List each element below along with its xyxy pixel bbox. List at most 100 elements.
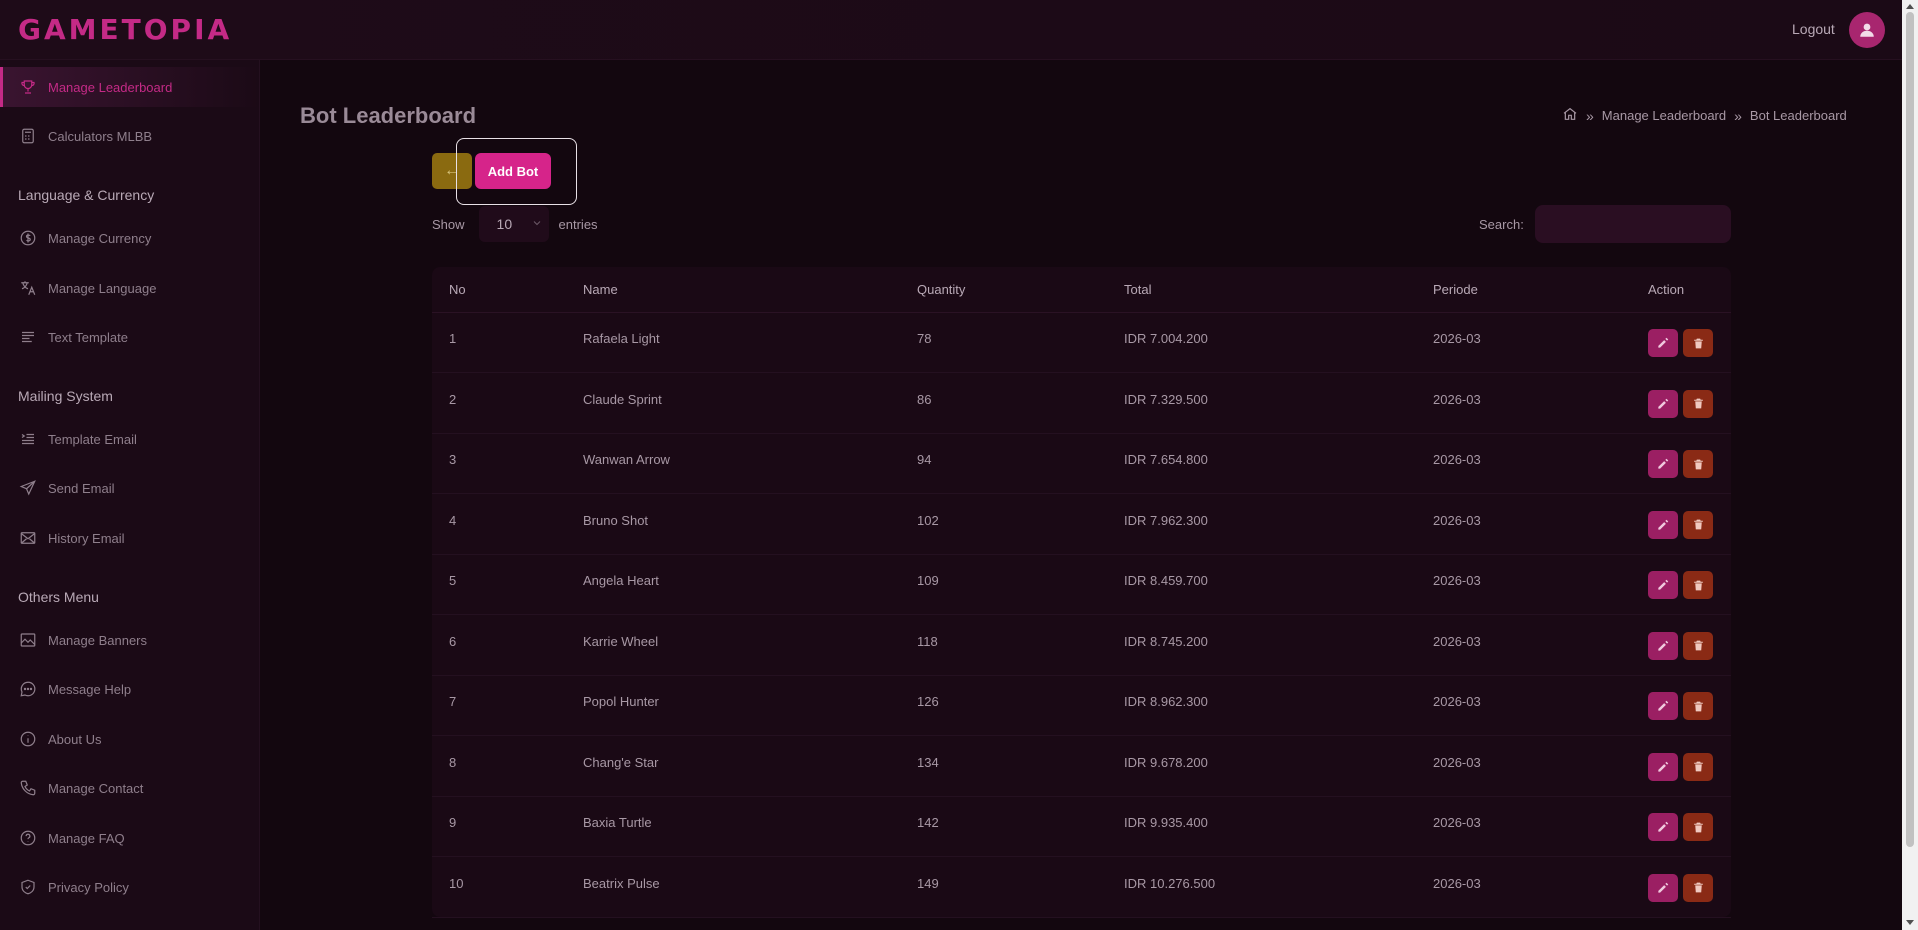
text-lines-icon xyxy=(18,327,38,347)
sidebar-item-privacy-policy[interactable]: Privacy Policy xyxy=(0,867,259,907)
search-input[interactable] xyxy=(1535,205,1731,243)
table-row: 8 Chang'e Star 134 IDR 9.678.200 2026-03 xyxy=(432,737,1731,797)
delete-button[interactable] xyxy=(1683,631,1713,660)
cell-name: Karrie Wheel xyxy=(583,633,659,649)
page-scrollbar[interactable] xyxy=(1902,0,1918,930)
pencil-icon xyxy=(1658,337,1669,348)
page-title: Bot Leaderboard xyxy=(300,103,477,128)
user-icon xyxy=(1860,23,1874,37)
delete-button[interactable] xyxy=(1683,873,1713,902)
edit-button[interactable] xyxy=(1648,389,1678,418)
edit-button[interactable] xyxy=(1648,752,1678,781)
edit-button[interactable] xyxy=(1648,571,1678,599)
sidebar-item-calculators-mlbb[interactable]: Calculators MLBB xyxy=(0,116,259,156)
sidebar-item-send-email[interactable]: Send Email xyxy=(0,468,259,508)
cell-name: Chang'e Star xyxy=(583,754,659,770)
trash-icon xyxy=(1693,882,1703,893)
sidebar-item-manage-banners[interactable]: Manage Banners xyxy=(0,620,259,660)
delete-button[interactable] xyxy=(1683,813,1713,841)
scroll-up-arrow-icon[interactable] xyxy=(1906,4,1914,9)
user-avatar[interactable] xyxy=(1849,12,1885,48)
cell-periode: 2026-03 xyxy=(1433,633,1481,649)
question-icon xyxy=(18,828,38,848)
sidebar-item-template-email[interactable]: Template Email xyxy=(0,419,259,459)
cell-periode: 2026-03 xyxy=(1433,452,1481,467)
sidebar-item-label: Manage Leaderboard xyxy=(48,79,173,95)
delete-button[interactable] xyxy=(1683,692,1713,720)
app-logo[interactable]: GAMETOPIA xyxy=(18,13,232,46)
logout-link[interactable]: Logout xyxy=(1792,21,1835,37)
cell-total: IDR 7.329.500 xyxy=(1124,391,1208,407)
edit-button[interactable] xyxy=(1648,873,1678,902)
table-row: 9 Baxia Turtle 142 IDR 9.935.400 2026-03 xyxy=(432,797,1731,857)
delete-button[interactable] xyxy=(1683,389,1713,418)
column-header-name[interactable]: Name xyxy=(583,282,618,297)
table-row: 4 Bruno Shot 102 IDR 7.962.300 2026-03 xyxy=(432,495,1731,555)
entries-label: entries xyxy=(558,216,598,232)
cell-no: 1 xyxy=(449,331,457,346)
cell-name: Angela Heart xyxy=(583,573,659,588)
sidebar-item-manage-faq[interactable]: Manage FAQ xyxy=(0,818,259,858)
cell-total: IDR 7.654.800 xyxy=(1124,452,1208,467)
delete-button[interactable] xyxy=(1683,752,1713,781)
delete-button[interactable] xyxy=(1683,329,1713,357)
breadcrumb-item: Bot Leaderboard xyxy=(1749,108,1847,123)
sidebar-item-label: Manage Currency xyxy=(48,230,152,246)
chevron-down-icon xyxy=(531,216,543,232)
column-header-periode[interactable]: Periode xyxy=(1433,282,1478,297)
delete-button[interactable] xyxy=(1683,450,1713,478)
cell-no: 8 xyxy=(449,754,457,770)
sidebar-item-manage-leaderboard[interactable]: Manage Leaderboard xyxy=(0,67,259,107)
cell-no: 3 xyxy=(449,452,457,467)
column-header-quantity[interactable]: Quantity xyxy=(917,282,965,297)
edit-button[interactable] xyxy=(1648,692,1678,720)
column-header-no[interactable]: No xyxy=(449,282,466,297)
trash-icon xyxy=(1693,822,1703,832)
pencil-icon xyxy=(1658,640,1669,651)
cell-name: Claude Sprint xyxy=(583,391,662,407)
pencil-icon xyxy=(1658,700,1669,711)
cell-periode: 2026-03 xyxy=(1433,875,1481,891)
sidebar-item-manage-contact[interactable]: Manage Contact xyxy=(0,768,259,808)
home-icon[interactable] xyxy=(1562,106,1578,125)
edit-button[interactable] xyxy=(1648,813,1678,841)
length-control: Show 10 entries xyxy=(432,206,598,242)
pencil-icon xyxy=(1658,458,1669,469)
cell-quantity: 142 xyxy=(917,815,939,830)
entries-select[interactable]: 10 xyxy=(478,206,549,242)
sidebar-item-message-help[interactable]: Message Help xyxy=(0,669,259,709)
cell-total: IDR 9.678.200 xyxy=(1124,754,1208,770)
trash-icon xyxy=(1693,761,1703,772)
add-bot-button[interactable]: Add Bot xyxy=(475,153,551,189)
sidebar-item-history-email[interactable]: History Email xyxy=(0,518,259,558)
sidebar-item-text-template[interactable]: Text Template xyxy=(0,317,259,357)
edit-button[interactable] xyxy=(1648,450,1678,478)
sidebar-item-label: Privacy Policy xyxy=(48,879,129,895)
sidebar-item-about-us[interactable]: About Us xyxy=(0,719,259,759)
sidebar-item-manage-language[interactable]: Manage Language xyxy=(0,268,259,308)
list-indent-icon xyxy=(18,429,38,449)
trash-icon xyxy=(1693,338,1703,348)
column-header-total[interactable]: Total xyxy=(1124,282,1151,297)
leaderboard-table: No Name Quantity Total Periode Action 1 R… xyxy=(432,267,1731,918)
edit-button[interactable] xyxy=(1648,329,1678,357)
breadcrumb-item[interactable]: Manage Leaderboard xyxy=(1602,108,1726,123)
edit-button[interactable] xyxy=(1648,510,1678,539)
cell-periode: 2026-03 xyxy=(1433,512,1481,528)
sidebar-section-language-currency: Language & Currency xyxy=(18,187,155,203)
scroll-thumb[interactable] xyxy=(1906,12,1914,847)
delete-button[interactable] xyxy=(1683,510,1713,539)
trash-icon xyxy=(1693,459,1703,469)
scroll-down-arrow-icon[interactable] xyxy=(1906,920,1914,925)
sidebar-item-manage-currency[interactable]: Manage Currency xyxy=(0,218,259,258)
sidebar-item-label: About Us xyxy=(48,731,102,747)
table-row: 3 Wanwan Arrow 94 IDR 7.654.800 2026-03 xyxy=(432,434,1731,494)
double-chevron-right-icon: » xyxy=(1734,107,1742,124)
column-header-action: Action xyxy=(1648,282,1685,297)
cell-periode: 2026-03 xyxy=(1433,331,1481,346)
delete-button[interactable] xyxy=(1683,571,1713,599)
pencil-icon xyxy=(1658,821,1669,832)
pencil-icon xyxy=(1658,761,1669,772)
entries-value: 10 xyxy=(496,216,513,232)
edit-button[interactable] xyxy=(1648,631,1678,660)
